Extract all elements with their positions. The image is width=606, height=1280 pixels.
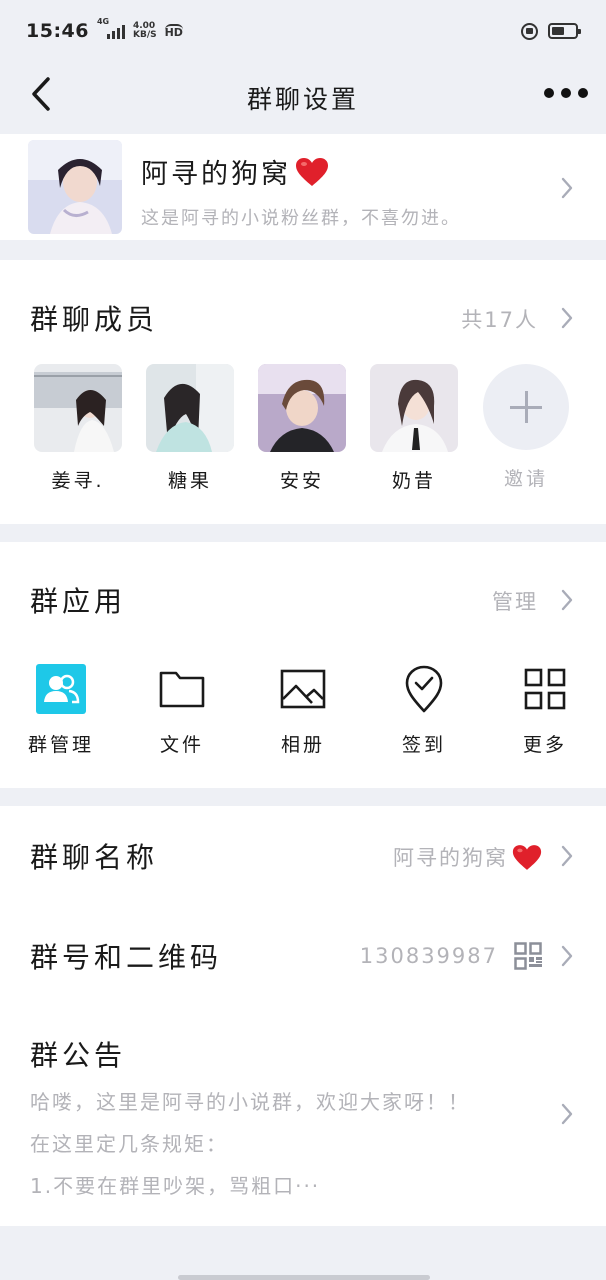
photo-icon (280, 669, 326, 709)
network-speed: 4.00 KB/S (133, 22, 157, 40)
announcement-line: 在这里定几条规矩： (30, 1132, 228, 1156)
member-item[interactable]: 安安 (258, 364, 346, 493)
group-number-value: 130839987 (360, 942, 542, 970)
more-dot-icon (561, 88, 571, 98)
group-number-title: 群号和二维码 (30, 941, 223, 974)
signal-icon: 4G (97, 17, 125, 39)
group-name-value: 阿寻的狗窝 (393, 842, 542, 872)
qr-code-icon (514, 942, 542, 970)
grid-icon (524, 668, 566, 710)
heart-icon (296, 157, 328, 186)
app-album[interactable]: 相册 (253, 664, 353, 757)
chevron-right-icon[interactable] (560, 588, 574, 612)
chevron-right-icon (561, 945, 573, 967)
more-dot-icon (544, 88, 554, 98)
app-checkin[interactable]: 签到 (374, 664, 474, 757)
app-more[interactable]: 更多 (495, 664, 595, 757)
back-arrow-icon (32, 77, 50, 111)
chevron-right-icon (561, 845, 573, 867)
member-avatar (34, 364, 122, 452)
more-dot-icon (578, 88, 588, 98)
plus-icon (483, 364, 569, 450)
group-number-text: 130839987 (359, 944, 498, 968)
group-description: 这是阿寻的小说粉丝群，不喜勿进。 (141, 208, 461, 229)
apps-manage-link[interactable]: 管理 (492, 586, 538, 616)
member-avatar (370, 364, 458, 452)
announcement-line: 1.不要在群里吵架，骂粗口··· (30, 1174, 321, 1198)
chevron-right-icon (561, 177, 573, 199)
group-name-value-text: 阿寻的狗窝 (393, 846, 508, 870)
rotation-lock-icon (521, 22, 538, 40)
back-button[interactable] (26, 74, 56, 114)
member-item[interactable]: 姜寻. (34, 364, 122, 493)
apps-title: 群应用 (30, 585, 127, 618)
page-title: 群聊设置 (246, 85, 359, 114)
group-profile-row[interactable]: 阿寻的狗窝 这是阿寻的小说粉丝群，不喜勿进。 (0, 134, 606, 240)
group-name-row[interactable]: 群聊名称 阿寻的狗窝 (0, 806, 606, 904)
group-name-title: 群聊名称 (30, 841, 159, 874)
more-button[interactable] (544, 78, 588, 108)
group-info-section: 群聊名称 阿寻的狗窝 群号和二维码 130839987 群公告 哈喽，这里是阿寻… (0, 806, 606, 1226)
status-bar: 15:46 4G 4.00 KB/S HD (0, 0, 606, 62)
member-avatar (146, 364, 234, 452)
group-apps-section: 群应用 管理 群管理 文件 相册 签到 更多 (0, 542, 606, 788)
app-group-manage[interactable]: 群管理 (11, 664, 111, 757)
member-name: 糖果 (167, 470, 212, 492)
invite-label: 邀请 (503, 468, 548, 490)
member-name: 安安 (279, 470, 324, 492)
member-name: 姜寻. (51, 470, 105, 492)
chevron-right-icon (561, 1103, 573, 1125)
announcement-line: 哈喽，这里是阿寻的小说群，欢迎大家呀！！ (30, 1090, 470, 1114)
member-item[interactable]: 糖果 (146, 364, 234, 493)
member-count[interactable]: 共17人 (461, 304, 538, 334)
folder-icon (159, 671, 205, 708)
hd-badge: HD (164, 24, 183, 39)
app-label: 更多 (522, 734, 567, 756)
nav-bar: 群聊设置 (0, 62, 606, 134)
group-name: 阿寻的狗窝 (141, 152, 329, 191)
battery-icon (548, 23, 581, 39)
members-title: 群聊成员 (30, 303, 159, 336)
announcement-row[interactable]: 群公告 哈喽，这里是阿寻的小说群，欢迎大家呀！！ 在这里定几条规矩： 1.不要在… (0, 1004, 606, 1226)
group-manage-icon (36, 664, 86, 714)
announcement-title: 群公告 (30, 1039, 127, 1072)
chevron-right-icon[interactable] (560, 306, 574, 330)
status-time: 15:46 (26, 20, 89, 42)
group-name-text: 阿寻的狗窝 (141, 159, 291, 190)
network-type: 4G (96, 17, 110, 26)
heart-icon (512, 844, 542, 870)
home-indicator[interactable] (178, 1275, 430, 1280)
app-label: 群管理 (27, 734, 94, 756)
checkin-icon (405, 665, 443, 713)
app-label: 相册 (280, 734, 325, 756)
member-avatar (258, 364, 346, 452)
member-name: 奶昔 (391, 470, 436, 492)
app-label: 文件 (159, 734, 204, 756)
app-files[interactable]: 文件 (132, 664, 232, 757)
invite-button[interactable]: 邀请 (482, 364, 570, 491)
group-avatar (28, 140, 122, 234)
group-members-section: 群聊成员 共17人 姜寻. 糖果 安安 奶昔 邀请 (0, 260, 606, 524)
network-speed-unit: KB/S (132, 30, 157, 40)
battery-fill (552, 27, 565, 35)
app-label: 签到 (401, 734, 446, 756)
group-number-row[interactable]: 群号和二维码 130839987 (0, 904, 606, 1004)
member-item[interactable]: 奶昔 (370, 364, 458, 493)
